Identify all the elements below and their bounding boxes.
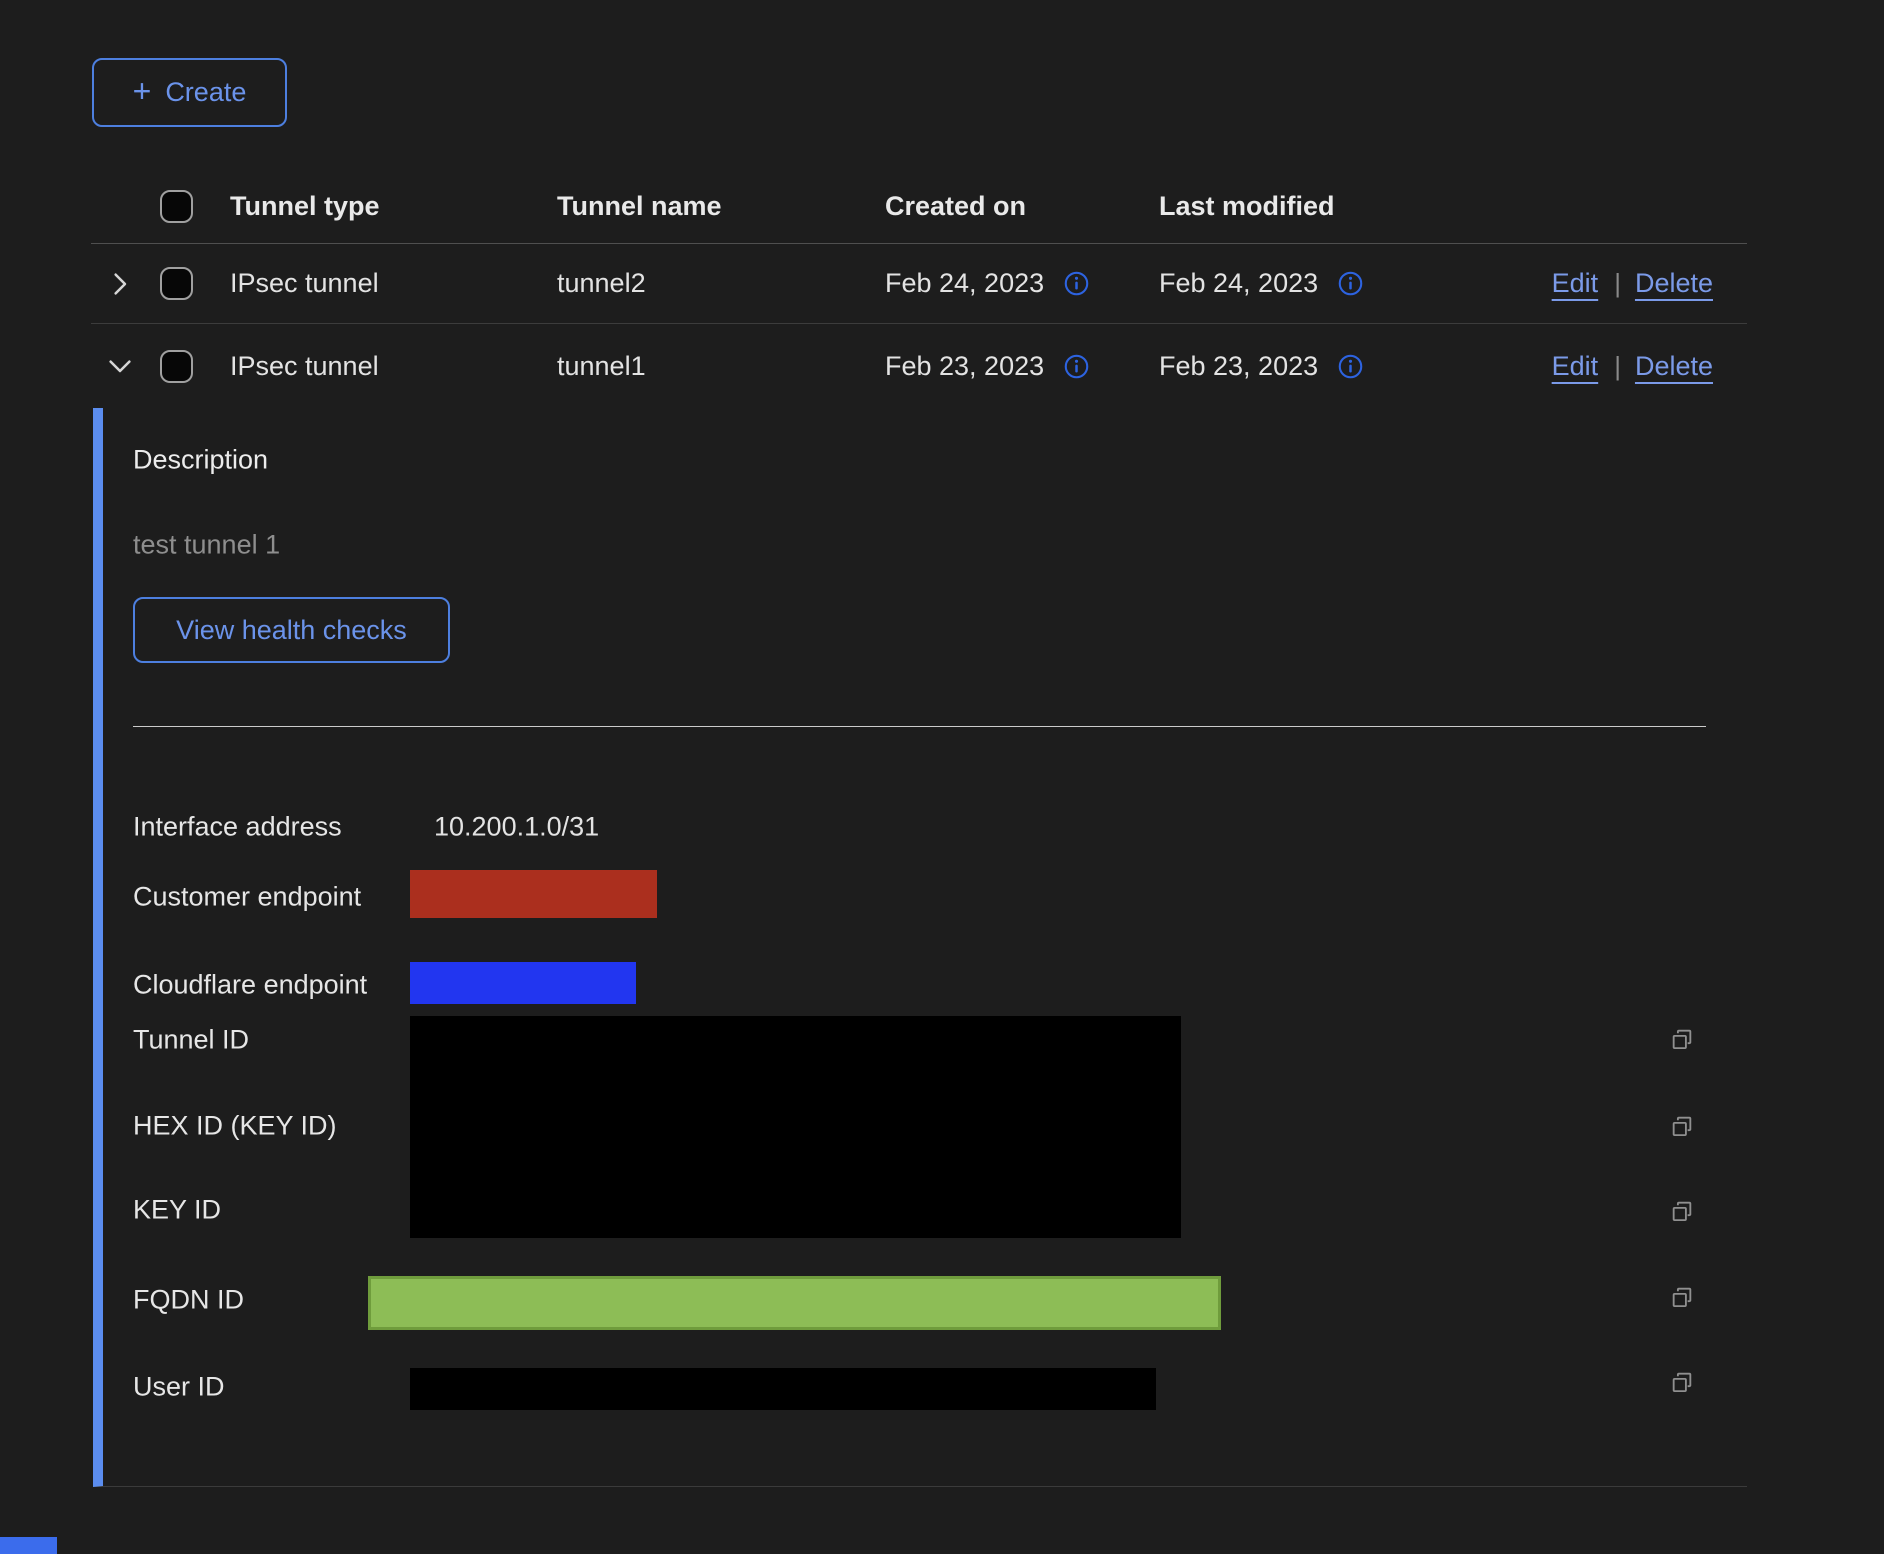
tunnel-type-cell: IPsec tunnel (230, 268, 557, 299)
tunnel-name-cell: tunnel2 (557, 268, 885, 299)
edit-link[interactable]: Edit (1552, 351, 1599, 382)
description-heading: Description (133, 445, 268, 476)
row-checkbox[interactable] (160, 350, 193, 383)
action-separator: | (1614, 268, 1621, 299)
last-modified-cell: Feb 24, 2023 (1159, 268, 1318, 299)
col-header-tunnel-name: Tunnel name (557, 191, 885, 222)
create-button[interactable]: + Create (92, 58, 287, 127)
fqdn-id-redaction (368, 1276, 1221, 1330)
chevron-down-icon[interactable] (105, 351, 135, 381)
delete-link[interactable]: Delete (1635, 268, 1713, 299)
created-on-cell: Feb 23, 2023 (885, 351, 1044, 382)
user-id-redaction (410, 1368, 1156, 1410)
field-label-user-id: User ID (133, 1372, 225, 1403)
col-header-created-on: Created on (885, 191, 1159, 222)
edit-link[interactable]: Edit (1552, 268, 1599, 299)
created-on-cell: Feb 24, 2023 (885, 268, 1044, 299)
info-circle-icon[interactable] (1338, 271, 1363, 296)
table-row-tunnel2: IPsec tunnel tunnel2 Feb 24, 2023 Feb 24… (91, 244, 1747, 324)
info-circle-icon[interactable] (1064, 354, 1089, 379)
tunnel-type-cell: IPsec tunnel (230, 351, 557, 382)
delete-link[interactable]: Delete (1635, 351, 1713, 382)
last-modified-cell: Feb 23, 2023 (1159, 351, 1318, 382)
table-row-tunnel1: IPsec tunnel tunnel1 Feb 23, 2023 Feb 23… (91, 324, 1747, 408)
copy-icon[interactable] (1669, 1114, 1695, 1140)
col-header-last-modified: Last modified (1159, 191, 1540, 222)
field-label-hex-id: HEX ID (KEY ID) (133, 1111, 337, 1142)
tunnel-id-redaction (410, 1016, 1181, 1238)
info-circle-icon[interactable] (1338, 354, 1363, 379)
description-value: test tunnel 1 (133, 530, 280, 561)
expanded-row-details-panel: Description test tunnel 1 View health ch… (93, 408, 1747, 1487)
cloudflare-endpoint-redaction (410, 962, 636, 1004)
field-label-fqdn-id: FQDN ID (133, 1285, 244, 1316)
create-button-label: Create (165, 77, 246, 108)
copy-icon[interactable] (1669, 1370, 1695, 1396)
field-label-interface-address: Interface address (133, 812, 342, 843)
field-label-customer-endpoint: Customer endpoint (133, 882, 361, 913)
view-health-checks-button[interactable]: View health checks (133, 597, 450, 663)
col-header-tunnel-type: Tunnel type (230, 191, 557, 222)
interface-address-value: 10.200.1.0/31 (434, 812, 599, 843)
select-all-checkbox[interactable] (160, 190, 193, 223)
field-label-cloudflare-endpoint: Cloudflare endpoint (133, 970, 367, 1001)
tunnels-table: Tunnel type Tunnel name Created on Last … (91, 170, 1747, 1487)
tunnel-name-cell: tunnel1 (557, 351, 885, 382)
info-circle-icon[interactable] (1064, 271, 1089, 296)
copy-icon[interactable] (1669, 1199, 1695, 1225)
scrollbar-thumb[interactable] (0, 1537, 57, 1554)
toolbar: + Create (92, 58, 1884, 127)
field-label-tunnel-id: Tunnel ID (133, 1025, 249, 1056)
section-divider (133, 726, 1706, 727)
field-label-key-id: KEY ID (133, 1195, 221, 1226)
action-separator: | (1614, 351, 1621, 382)
copy-icon[interactable] (1669, 1027, 1695, 1053)
table-header-row: Tunnel type Tunnel name Created on Last … (91, 170, 1747, 244)
tunnels-page: + Create Tunnel type Tunnel name Created… (0, 0, 1884, 1554)
plus-icon: + (133, 75, 152, 107)
customer-endpoint-redaction (410, 870, 657, 918)
row-checkbox[interactable] (160, 267, 193, 300)
chevron-right-icon[interactable] (105, 269, 135, 299)
copy-icon[interactable] (1669, 1285, 1695, 1311)
